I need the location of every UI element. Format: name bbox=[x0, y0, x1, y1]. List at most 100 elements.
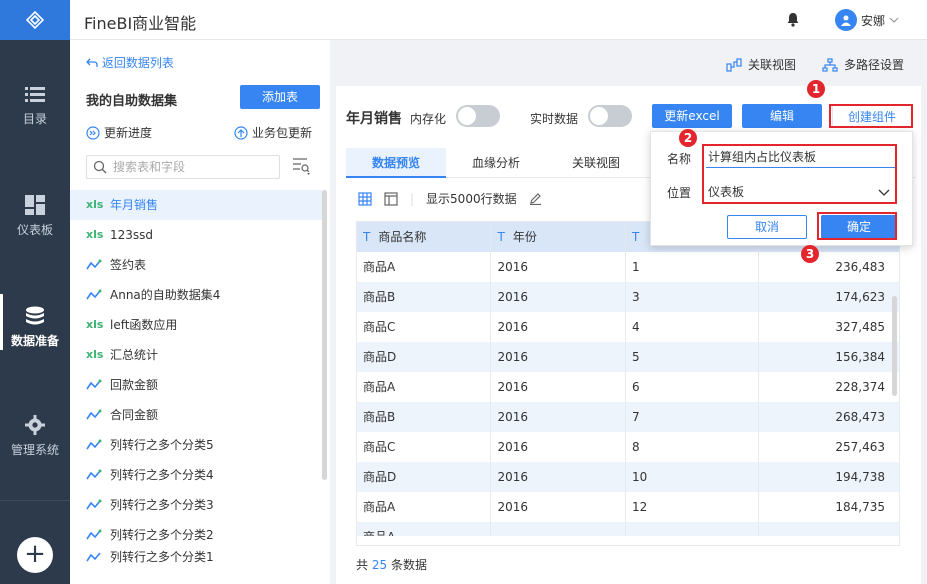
list-item[interactable]: 列转行之多个分类3 bbox=[70, 490, 322, 520]
search-input[interactable]: 搜索表和字段 bbox=[86, 155, 280, 179]
package-update-label: 业务包更新 bbox=[252, 126, 313, 140]
text-type-icon: T bbox=[497, 230, 505, 244]
link-view-button[interactable]: 关联视图 bbox=[726, 56, 796, 73]
list-item[interactable]: 合同金额 bbox=[70, 400, 322, 430]
main-nav: 目录 仪表板 数据准备 管理系统 + bbox=[0, 0, 70, 584]
nav-data-prep[interactable]: 数据准备 bbox=[0, 294, 70, 350]
tab-lineage[interactable]: 血缘分析 bbox=[446, 148, 546, 178]
cancel-button[interactable]: 取消 bbox=[727, 215, 807, 239]
nav-divider bbox=[0, 500, 70, 501]
step-marker: 1 bbox=[807, 80, 825, 98]
pencil-icon[interactable] bbox=[529, 192, 542, 205]
list-item[interactable]: Anna的自助数据集4 bbox=[70, 280, 322, 310]
top-header: FineBI商业智能 安娜 bbox=[70, 0, 927, 40]
list-item[interactable]: xls 年月销售 bbox=[70, 190, 322, 220]
user-name: 安娜 bbox=[861, 13, 886, 28]
finebi-logo-icon[interactable] bbox=[0, 0, 70, 40]
table-row: 商品C 2016 8 257,463 bbox=[357, 432, 899, 462]
highlight-create-component bbox=[829, 104, 913, 128]
dataset-title: 我的自助数据集 bbox=[86, 94, 178, 109]
search-icon bbox=[93, 160, 107, 174]
text-type-icon: T bbox=[631, 230, 640, 244]
multipath-settings-button[interactable]: 多路径设置 bbox=[822, 56, 904, 73]
progress-icon bbox=[86, 125, 100, 140]
link-view-label: 关联视图 bbox=[748, 58, 797, 72]
table-row: 商品B 2016 7 268,473 bbox=[357, 402, 899, 432]
list-icon bbox=[25, 87, 45, 102]
avatar bbox=[835, 9, 857, 31]
grid-view-icon[interactable] bbox=[358, 191, 372, 206]
add-table-button[interactable]: 添加表 bbox=[240, 85, 320, 109]
highlight-confirm bbox=[817, 212, 897, 240]
list-item[interactable]: 列转行之多个分类5 bbox=[70, 430, 322, 460]
dashboard-icon bbox=[25, 195, 45, 215]
nav-admin[interactable]: 管理系统 bbox=[0, 415, 70, 458]
name-label: 名称 bbox=[667, 152, 692, 166]
list-item[interactable]: 回款金额 bbox=[70, 370, 322, 400]
show-rows-label: 显示5000行数据 bbox=[426, 192, 517, 206]
back-label: 返回数据列表 bbox=[101, 56, 174, 70]
add-button[interactable]: + bbox=[17, 537, 53, 573]
self-dataset-icon bbox=[86, 439, 102, 450]
nav-label: 目录 bbox=[22, 112, 47, 126]
gear-icon bbox=[25, 415, 45, 435]
tab-data-preview[interactable]: 数据预览 bbox=[346, 148, 446, 178]
list-item[interactable]: 列转行之多个分类4 bbox=[70, 460, 322, 490]
tree-icon bbox=[822, 57, 838, 72]
dataset-panel: 返回数据列表 我的自助数据集 添加表 更新进度 业务包更新 搜索表和字段 xls… bbox=[70, 40, 330, 584]
back-to-list-link[interactable]: 返回数据列表 bbox=[86, 54, 174, 71]
update-progress-label: 更新进度 bbox=[104, 126, 153, 140]
nav-catalog[interactable]: 目录 bbox=[0, 86, 70, 127]
table-scrollbar[interactable] bbox=[892, 296, 897, 396]
realtime-toggle[interactable] bbox=[588, 105, 632, 127]
table-row: 商品A 2016 6 228,374 bbox=[357, 372, 899, 402]
self-dataset-icon bbox=[86, 552, 101, 562]
edit-button[interactable]: 编辑 bbox=[742, 104, 822, 128]
list-item[interactable]: 列转行之多个分类2 bbox=[70, 520, 322, 550]
highlight-popup-fields bbox=[702, 144, 897, 204]
nav-label: 数据准备 bbox=[10, 334, 59, 348]
database-icon bbox=[26, 306, 44, 325]
list-item[interactable]: xls left函数应用 bbox=[70, 310, 322, 340]
list-item[interactable]: 签约表 bbox=[70, 250, 322, 280]
user-menu[interactable]: 安娜 bbox=[835, 9, 899, 31]
list-item[interactable]: xls 123ssd bbox=[70, 220, 322, 250]
list-item[interactable]: xls 汇总统计 bbox=[70, 340, 322, 370]
nav-label: 仪表板 bbox=[16, 223, 53, 237]
in-memory-label: 内存化 bbox=[410, 112, 447, 126]
app-title: FineBI商业智能 bbox=[84, 14, 197, 33]
list-item[interactable]: 列转行之多个分类1 bbox=[70, 550, 322, 564]
search-placeholder: 搜索表和字段 bbox=[113, 160, 186, 174]
update-excel-button[interactable]: 更新excel bbox=[652, 104, 732, 128]
excel-table-icon: xls bbox=[86, 228, 104, 241]
table-row: 商品B 2016 3 174,623 bbox=[357, 282, 899, 312]
table-row: 商品C 2016 4 327,485 bbox=[357, 312, 899, 342]
update-progress-link[interactable]: 更新进度 bbox=[86, 124, 152, 141]
chevron-down-icon bbox=[889, 17, 899, 23]
step-marker: 2 bbox=[679, 129, 697, 147]
nav-label: 管理系统 bbox=[10, 443, 59, 457]
package-update-link[interactable]: 业务包更新 bbox=[234, 124, 312, 141]
table-title: 年月销售 bbox=[346, 111, 402, 127]
nav-dashboard[interactable]: 仪表板 bbox=[0, 195, 70, 238]
dataset-list: xls 年月销售 xls 123ssd 签约表 Anna的自助数据集4 xls lef… bbox=[70, 190, 322, 564]
self-dataset-icon bbox=[86, 289, 102, 300]
self-dataset-icon bbox=[86, 379, 102, 390]
toolbar-divider: | bbox=[410, 191, 415, 206]
column-header[interactable]: T 年份 bbox=[491, 222, 626, 252]
multipath-label: 多路径设置 bbox=[844, 58, 905, 72]
realtime-label: 实时数据 bbox=[530, 112, 579, 126]
data-table: T 商品名称 T 年份 T 商品A 2016 1 236,483 商品B 2016 3 174,… bbox=[356, 221, 900, 546]
self-dataset-icon bbox=[86, 469, 102, 480]
row-count-number: 25 bbox=[371, 558, 388, 572]
table-row: 商品A 2016 12 184,735 bbox=[357, 492, 899, 522]
self-dataset-icon bbox=[86, 499, 102, 510]
column-header[interactable]: T 商品名称 bbox=[357, 222, 492, 252]
filter-list-icon[interactable] bbox=[292, 157, 312, 175]
list-scrollbar[interactable] bbox=[322, 190, 327, 480]
panel-view-icon[interactable] bbox=[384, 191, 398, 206]
table-row: 商品A bbox=[357, 522, 899, 536]
bell-icon[interactable] bbox=[786, 12, 800, 27]
tab-link-view[interactable]: 关联视图 bbox=[546, 148, 646, 178]
in-memory-toggle[interactable] bbox=[456, 105, 500, 127]
